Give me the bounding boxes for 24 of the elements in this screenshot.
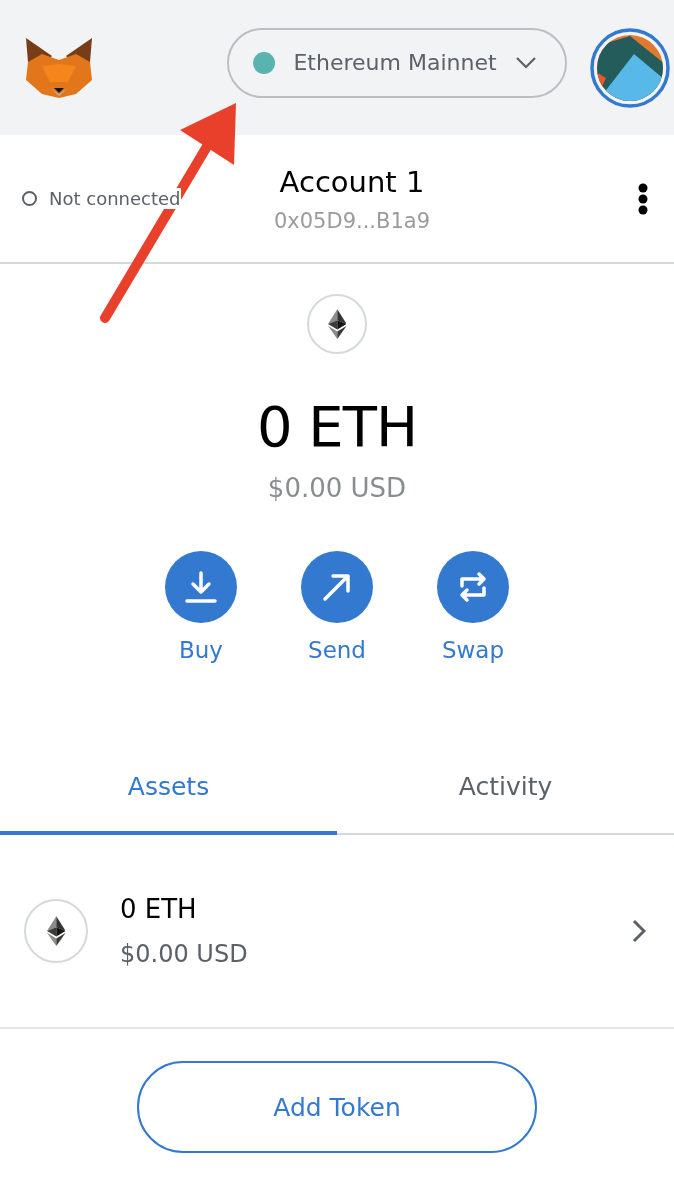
add-token-button[interactable]: Add Token — [137, 1061, 537, 1153]
ethereum-icon — [46, 916, 66, 946]
asset-fiat-value: $0.00 USD — [120, 940, 249, 968]
arrow-icon — [322, 572, 352, 602]
connection-status[interactable]: Not connected — [22, 188, 181, 209]
balance-fiat: $0.00 USD — [267, 473, 407, 503]
ethereum-icon — [327, 309, 347, 339]
chevron-down-icon — [514, 55, 537, 70]
download-icon — [184, 570, 218, 604]
asset-row[interactable]: 0 ETH $0.00 USD — [0, 835, 674, 1029]
balance-amount: 0 ETH — [256, 394, 418, 459]
tab[interactable]: Assets — [0, 741, 337, 835]
swap-icon — [457, 571, 489, 603]
connection-status-text: Not connected — [49, 188, 181, 209]
asset-amount: 0 ETH — [120, 894, 198, 924]
account-address[interactable]: 0x05D9...B1a9 — [273, 208, 431, 233]
network-selector[interactable]: Ethereum Mainnet — [227, 27, 567, 98]
chevron-right-icon — [632, 919, 646, 943]
tab[interactable]: Activity — [337, 741, 674, 835]
kebab-menu-icon — [638, 182, 648, 215]
account-name[interactable]: Account 1 — [279, 164, 425, 199]
account-avatar[interactable] — [590, 27, 670, 108]
network-status-dot — [253, 51, 276, 74]
fox-logo[interactable] — [24, 35, 94, 100]
